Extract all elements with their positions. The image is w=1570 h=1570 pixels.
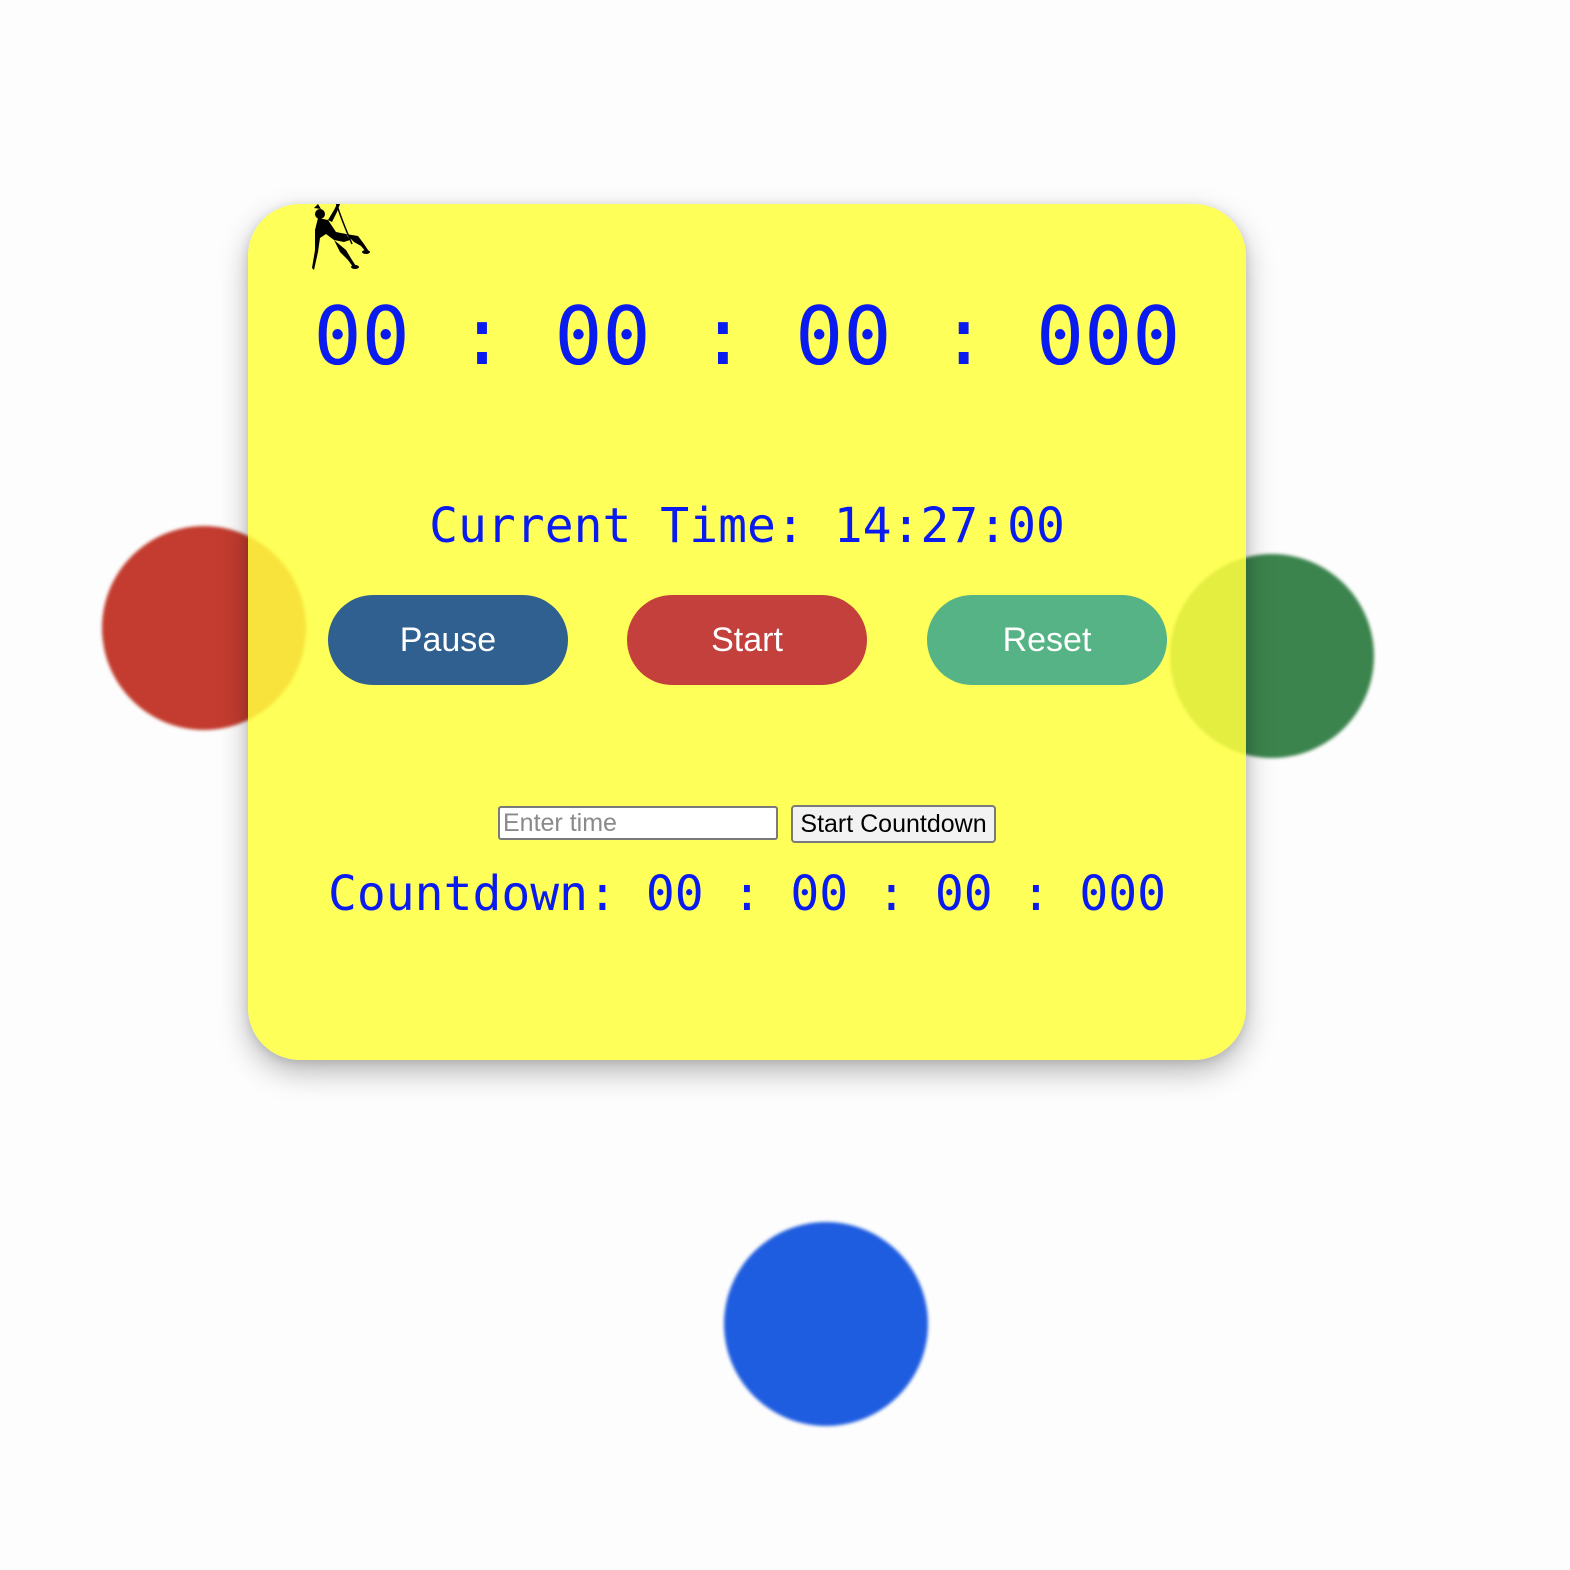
blue-background-circle (724, 1222, 928, 1426)
countdown-label: Countdown: (327, 866, 617, 922)
stopwatch-card: 00 : 00 : 00 : 000 Current Time: 14:27:0… (248, 204, 1246, 1060)
countdown-time-input[interactable] (498, 806, 778, 840)
climber-icon (312, 204, 370, 270)
countdown-display: 00 : 00 : 00 : 000 (645, 866, 1167, 922)
start-button[interactable]: Start (627, 595, 867, 685)
current-time-label: Current Time: (429, 498, 805, 554)
pause-button[interactable]: Pause (328, 595, 568, 685)
current-time-value: 14:27:00 (833, 498, 1065, 554)
current-time-line: Current Time: 14:27:00 (248, 494, 1246, 558)
countdown-line: Countdown: 00 : 00 : 00 : 000 (248, 862, 1246, 926)
stopwatch-display: 00 : 00 : 00 : 000 (313, 290, 1181, 383)
start-countdown-button[interactable]: Start Countdown (791, 805, 996, 843)
reset-button[interactable]: Reset (927, 595, 1167, 685)
